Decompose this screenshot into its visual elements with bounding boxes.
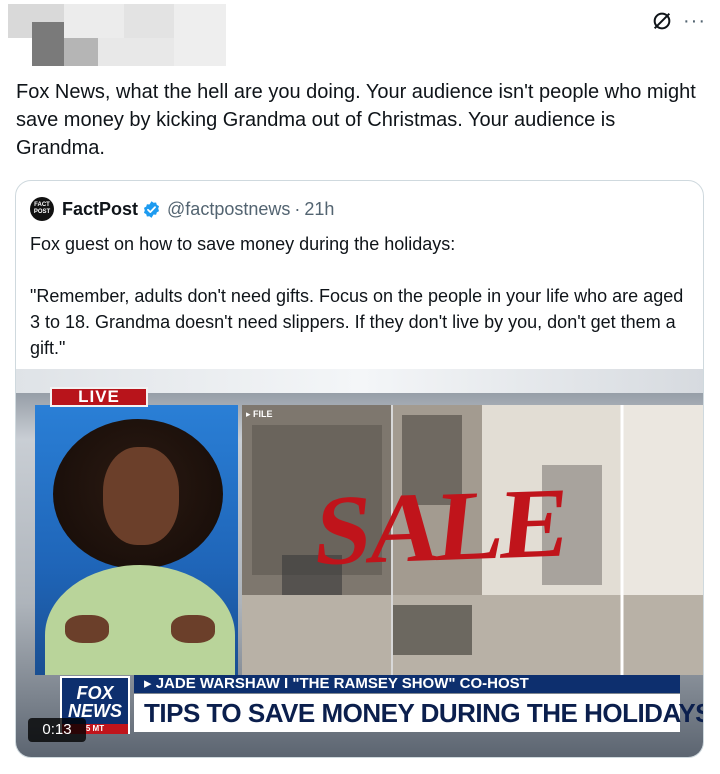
file-tag: ▸ FILE xyxy=(246,409,273,419)
quoted-tweet-header: FACT POST FactPost @factpostnews · 21h xyxy=(30,197,334,221)
separator-dot: · xyxy=(294,198,301,219)
quoted-tweet-text: Fox guest on how to save money during th… xyxy=(30,234,684,358)
guest-name-bar: ▸ JADE WARSHAW I "THE RAMSEY SHOW" CO-HO… xyxy=(134,675,680,693)
live-badge: LIVE xyxy=(50,387,148,407)
file-footage-panel: ▸ FILE SALE xyxy=(242,405,703,675)
quoted-author-handle[interactable]: @factpostnews xyxy=(167,199,290,220)
quoted-author-name[interactable]: FactPost xyxy=(62,199,138,220)
news-lower-third: FOX NEWS 5 MT ▸ JADE WARSHAW I "THE RAMS… xyxy=(46,672,703,744)
quoted-tweet-time[interactable]: 21h xyxy=(304,199,334,220)
tweet-text: Fox News, what the hell are you doing. Y… xyxy=(16,81,696,159)
more-icon[interactable]: ··· xyxy=(683,11,706,31)
headline-bar: TIPS TO SAVE MONEY DURING THE HOLIDAYS xyxy=(134,694,703,732)
slash-circle-icon[interactable] xyxy=(651,10,673,32)
video-player[interactable]: LIVE ▸ FILE SALE FOX NEWS 5 MT ▸ JADE WA… xyxy=(16,369,703,757)
tweet-header: ··· xyxy=(0,0,720,70)
quoted-tweet[interactable]: FACT POST FactPost @factpostnews · 21h F… xyxy=(15,180,704,758)
sale-sign: SALE xyxy=(309,466,572,587)
redacted-author-avatar xyxy=(8,4,226,66)
host-video-panel xyxy=(35,405,238,675)
verified-badge-icon xyxy=(144,200,160,218)
factpost-avatar[interactable]: FACT POST xyxy=(30,197,54,221)
video-timestamp: 0:13 xyxy=(28,718,86,742)
